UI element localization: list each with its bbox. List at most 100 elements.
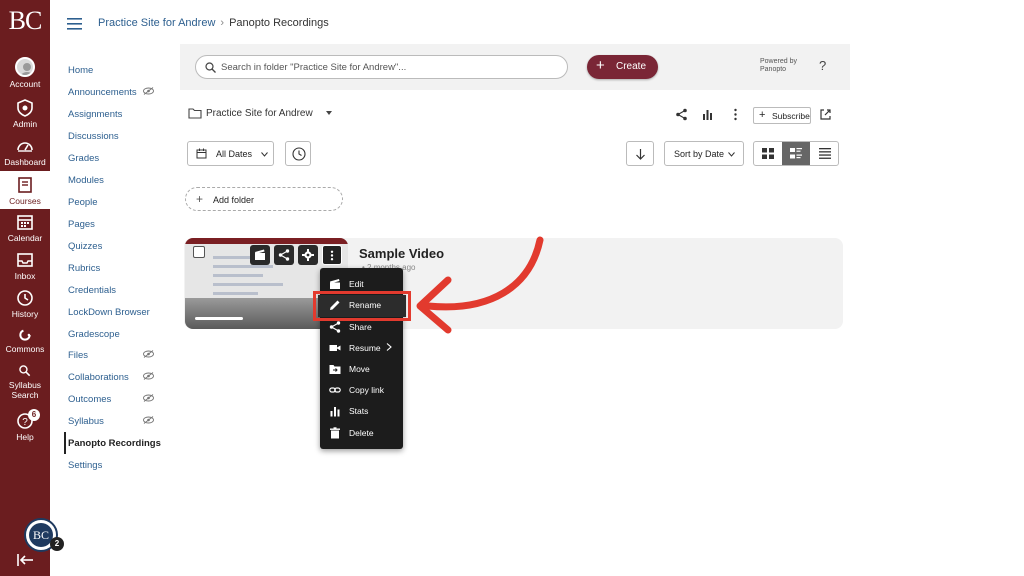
folder-title[interactable]: Practice Site for Andrew: [206, 108, 313, 119]
move-icon: [329, 365, 341, 374]
panopto-help-button[interactable]: ?: [819, 58, 826, 73]
course-nav-people[interactable]: People: [68, 197, 98, 208]
menu-item-stats[interactable]: Stats: [320, 401, 403, 421]
menu-item-copy-link[interactable]: Copy link: [320, 380, 403, 400]
course-nav-pages[interactable]: Pages: [68, 219, 95, 230]
breadcrumb: Practice Site for Andrew › Panopto Recordi…: [98, 17, 329, 29]
course-nav-gradescope[interactable]: Gradescope: [68, 329, 120, 340]
recent-filter-button[interactable]: [285, 141, 311, 166]
view-detail-button[interactable]: [782, 142, 810, 165]
hidden-eye-icon: [143, 350, 154, 358]
share-icon[interactable]: [675, 108, 688, 121]
course-nav-modules[interactable]: Modules: [68, 175, 104, 186]
bc-logo[interactable]: BC: [0, 6, 50, 36]
menu-item-label: Copy link: [349, 385, 384, 395]
course-nav-discussions[interactable]: Discussions: [68, 131, 119, 142]
global-nav-label: Calendar: [7, 233, 43, 243]
course-nav-syllabus[interactable]: Syllabus: [68, 416, 104, 427]
breadcrumb-separator: ›: [220, 17, 225, 29]
book-icon: [18, 177, 32, 193]
global-nav-dashboard[interactable]: Dashboard: [0, 137, 50, 167]
search-placeholder: Search in folder "Practice Site for Andr…: [221, 62, 407, 73]
global-nav: BC Account Admin Dashboard Courses Calen…: [0, 0, 50, 576]
stats-icon[interactable]: [701, 108, 714, 121]
course-nav-assignments[interactable]: Assignments: [68, 109, 122, 120]
sort-dropdown[interactable]: Sort by Date: [664, 141, 744, 166]
hidden-eye-icon: [143, 372, 154, 380]
menu-item-label: Share: [349, 322, 372, 332]
chevron-down-icon: [261, 152, 268, 157]
global-nav-label: Admin: [12, 119, 38, 129]
course-nav-announcements[interactable]: Announcements: [68, 87, 137, 98]
hidden-eye-icon: [143, 416, 154, 424]
rename-highlight-box: [313, 291, 411, 321]
subscribe-button[interactable]: + Subscribe: [753, 107, 811, 124]
menu-item-delete[interactable]: Delete: [320, 423, 403, 443]
collapse-nav-icon[interactable]: [15, 552, 35, 568]
add-folder-label: Add folder: [213, 195, 255, 205]
course-nav-quizzes[interactable]: Quizzes: [68, 241, 102, 252]
list-view-icon: [819, 148, 831, 159]
course-nav-files[interactable]: Files: [68, 350, 88, 361]
view-grid-button[interactable]: [754, 142, 782, 165]
menu-item-move[interactable]: Move: [320, 359, 403, 379]
hamburger-menu-icon[interactable]: [67, 18, 82, 30]
global-nav-label: Dashboard: [4, 157, 46, 167]
video-settings-button[interactable]: [298, 245, 318, 265]
sort-direction-button[interactable]: [626, 141, 654, 166]
caret-down-icon[interactable]: [325, 110, 333, 116]
global-nav-admin[interactable]: Admin: [0, 99, 50, 129]
breadcrumb-course-link[interactable]: Practice Site for Andrew: [98, 17, 215, 29]
view-list-button[interactable]: [811, 142, 838, 165]
breadcrumb-current: Panopto Recordings: [229, 17, 329, 29]
search-icon: [19, 365, 31, 377]
menu-item-label: Delete: [349, 428, 374, 438]
edit-icon: [255, 249, 265, 260]
course-nav-panopto-recordings[interactable]: Panopto Recordings: [68, 438, 161, 449]
more-vertical-icon[interactable]: [729, 108, 742, 121]
course-nav-settings[interactable]: Settings: [68, 460, 102, 471]
thumbnail-text-line: [213, 283, 283, 286]
add-folder-button[interactable]: + Add folder: [185, 187, 343, 211]
global-nav-account[interactable]: Account: [0, 57, 50, 89]
course-nav-lockdown-browser[interactable]: LockDown Browser: [68, 307, 150, 318]
create-button[interactable]: + Create: [587, 55, 658, 79]
hidden-eye-icon: [143, 394, 154, 402]
course-nav-credentials[interactable]: Credentials: [68, 285, 116, 296]
global-nav-courses[interactable]: Courses: [0, 171, 50, 209]
svg-text:?: ?: [22, 417, 28, 428]
global-nav-history[interactable]: History: [0, 289, 50, 319]
course-nav-collaborations[interactable]: Collaborations: [68, 372, 129, 383]
menu-item-resume[interactable]: Resume: [320, 338, 403, 358]
global-nav-syllabus-search[interactable]: Syllabus Search: [0, 364, 50, 400]
global-nav-label: Account: [9, 79, 41, 89]
calendar-icon: [17, 215, 33, 230]
session-select-checkbox[interactable]: [193, 246, 205, 258]
course-nav-outcomes[interactable]: Outcomes: [68, 394, 111, 405]
date-filter-dropdown[interactable]: All Dates: [187, 141, 274, 166]
search-icon: [205, 62, 216, 73]
inbox-icon: [17, 253, 33, 267]
global-nav-calendar[interactable]: Calendar: [0, 213, 50, 243]
thumbnail-text-line: [213, 265, 273, 268]
course-nav-grades[interactable]: Grades: [68, 153, 99, 164]
global-nav-inbox[interactable]: Inbox: [0, 251, 50, 281]
folder-icon: [188, 108, 202, 119]
hidden-eye-icon: [143, 87, 154, 95]
course-nav-rubrics[interactable]: Rubrics: [68, 263, 100, 274]
global-nav-label: History: [11, 309, 39, 319]
global-nav-label: Help: [16, 432, 34, 442]
course-nav-home[interactable]: Home: [68, 65, 93, 76]
more-actions-button[interactable]: [322, 245, 342, 265]
global-nav-help[interactable]: ? Help: [0, 412, 50, 442]
global-nav-commons[interactable]: Commons: [0, 328, 50, 354]
search-input[interactable]: Search in folder "Practice Site for Andr…: [195, 55, 568, 79]
chevron-down-icon: [728, 152, 735, 157]
external-link-icon[interactable]: [819, 108, 832, 121]
dashboard-icon: [17, 142, 33, 152]
share-video-button[interactable]: [274, 245, 294, 265]
global-nav-label: Courses: [9, 196, 41, 206]
edit-video-button[interactable]: [250, 245, 270, 265]
course-nav-active-indicator: [64, 432, 66, 454]
clock-icon: [292, 147, 306, 161]
